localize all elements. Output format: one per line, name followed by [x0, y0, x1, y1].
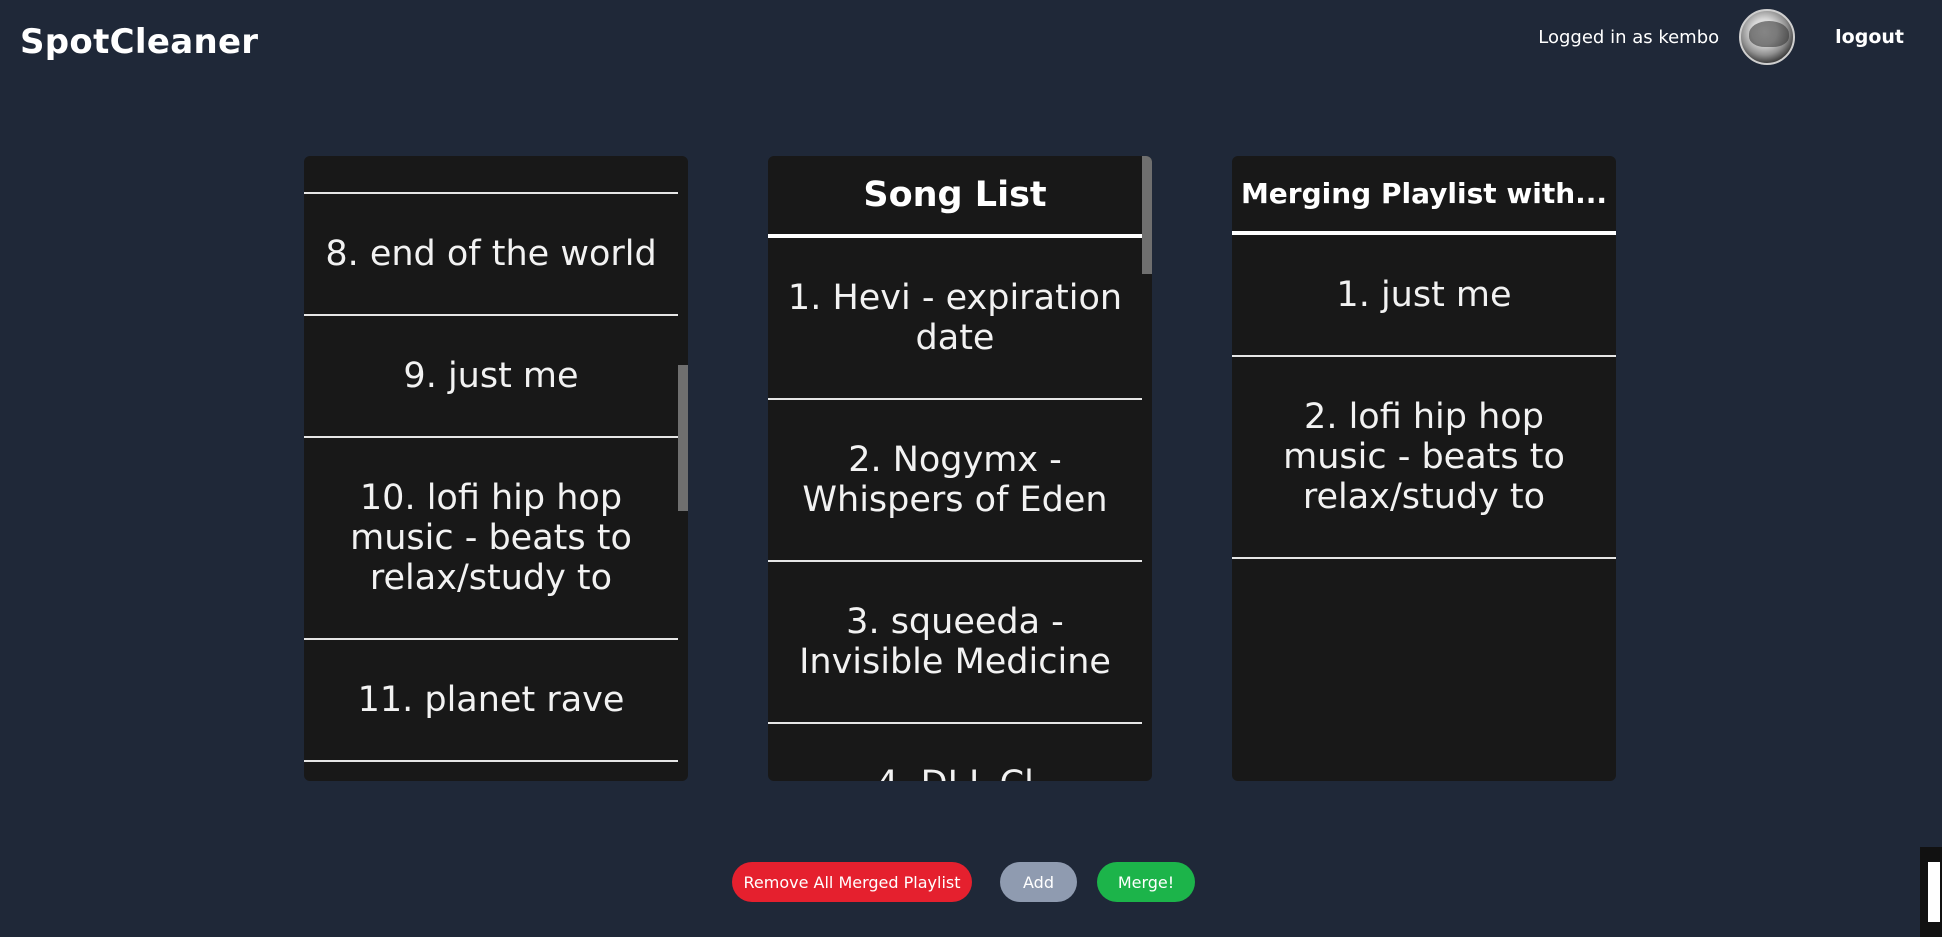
playlist-list-scroll: 8. end of the world 9. just me 10. lofi … [304, 156, 678, 781]
song-list-scrollbar[interactable] [1142, 156, 1152, 274]
logout-link[interactable]: logout [1835, 26, 1904, 48]
song-list-title: Song List [768, 156, 1142, 238]
window-edge-strip [1920, 847, 1942, 937]
playlist-list-panel[interactable]: 8. end of the world 9. just me 10. lofi … [304, 156, 688, 781]
song-item[interactable]: 4. DJ L Cl [768, 724, 1142, 781]
app-page: SpotCleaner Logged in as kembo logout 8.… [0, 0, 1942, 937]
user-avatar [1739, 9, 1796, 65]
song-item[interactable]: 2. Nogymx - Whispers of Eden [768, 400, 1142, 562]
merging-title: Merging Playlist with... [1232, 156, 1616, 235]
logged-in-text: Logged in as kembo [1538, 26, 1720, 48]
window-edge [1920, 0, 1942, 847]
playlist-item[interactable]: 8. end of the world [304, 194, 678, 316]
add-button[interactable]: Add [1000, 862, 1077, 902]
remove-all-merged-button[interactable]: Remove All Merged Playlist [732, 862, 972, 902]
user-box: Logged in as kembo logout [1538, 8, 1904, 66]
merged-playlist-item[interactable]: 1. just me [1232, 235, 1616, 357]
playlist-item[interactable]: 10. lofi hip hop music - beats to relax/… [304, 438, 678, 640]
song-list-scroll: Song List 1. Hevi - expiration date 2. N… [768, 156, 1142, 781]
playlist-item[interactable]: 9. just me [304, 316, 678, 438]
song-list-panel[interactable]: Song List 1. Hevi - expiration date 2. N… [768, 156, 1152, 781]
playlist-item[interactable] [304, 156, 678, 194]
playlist-scrollbar[interactable] [678, 365, 688, 511]
playlist-item[interactable] [304, 762, 678, 781]
merge-button[interactable]: Merge! [1097, 862, 1195, 902]
action-buttons: Remove All Merged Playlist Add Merge! [0, 862, 1942, 902]
app-brand: SpotCleaner [20, 22, 259, 62]
merged-playlist-item[interactable]: 2. lofi hip hop music - beats to relax/s… [1232, 357, 1616, 559]
song-item[interactable]: 3. squeeda - Invisible Medicine [768, 562, 1142, 724]
merging-playlist-panel: Merging Playlist with... 1. just me 2. l… [1232, 156, 1616, 781]
merging-list: Merging Playlist with... 1. just me 2. l… [1232, 156, 1616, 559]
song-item[interactable]: 1. Hevi - expiration date [768, 238, 1142, 400]
playlist-item[interactable]: 11. planet rave [304, 640, 678, 762]
